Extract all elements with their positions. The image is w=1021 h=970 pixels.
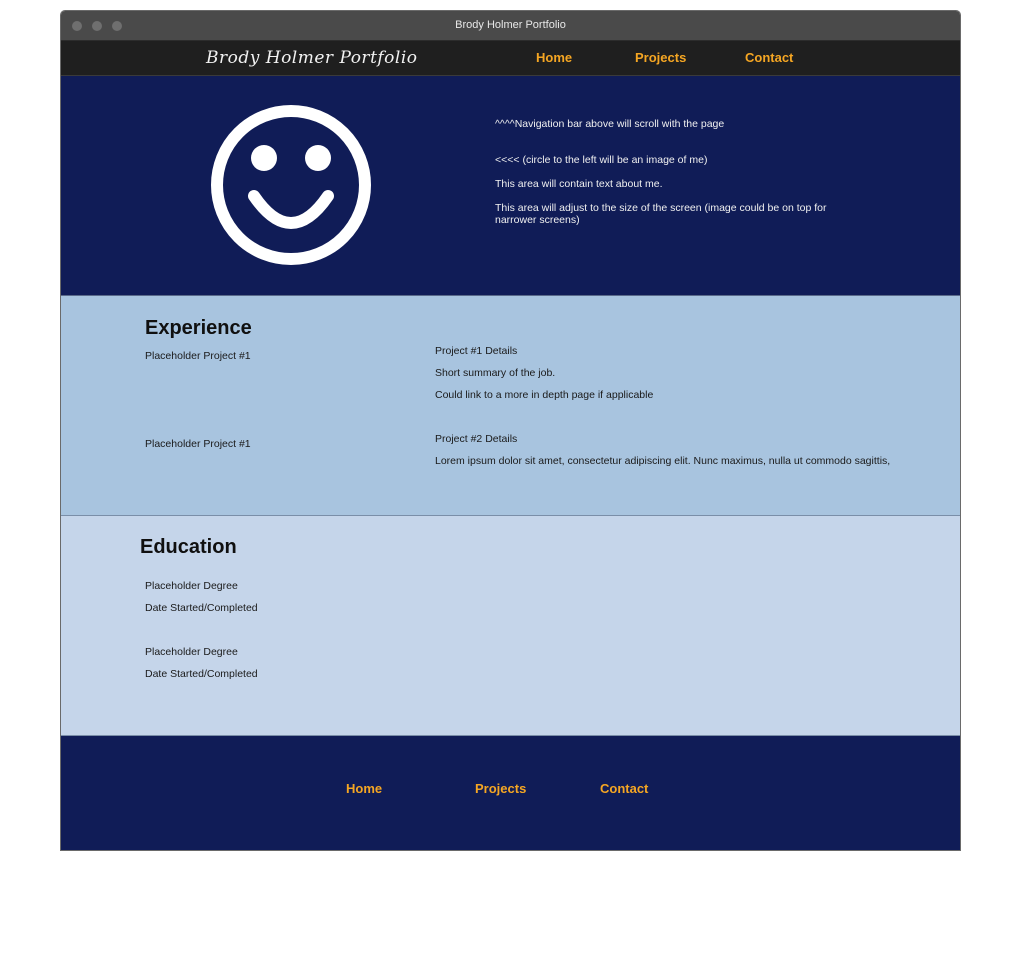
hero-text-line: ^^^^Navigation bar above will scroll wit… xyxy=(495,118,725,130)
footer-home-link[interactable]: Home xyxy=(346,781,382,796)
hero-text-line: This area will adjust to the size of the… xyxy=(495,202,827,226)
nav-contact-link[interactable]: Contact xyxy=(745,50,793,65)
footer: Home Projects Contact xyxy=(61,736,960,850)
degree-dates: Date Started/Completed xyxy=(145,602,258,614)
nav-projects-link[interactable]: Projects xyxy=(635,50,686,65)
hero-text-line: <<<< (circle to the left will be an imag… xyxy=(495,154,708,166)
site-brand[interactable]: Brody Holmer Portfolio xyxy=(206,48,418,68)
hero-text-line: This area will contain text about me. xyxy=(495,178,663,190)
experience-heading: Experience xyxy=(145,317,252,339)
project-details-title: Project #1 Details xyxy=(435,345,518,357)
footer-contact-link[interactable]: Contact xyxy=(600,781,648,796)
window-title: Brody Holmer Portfolio xyxy=(455,19,566,31)
top-navbar: Brody Holmer Portfolio Home Projects Con… xyxy=(61,41,960,76)
browser-window: Brody Holmer Portfolio Brody Holmer Port… xyxy=(60,10,961,851)
project-name[interactable]: Placeholder Project #1 xyxy=(145,350,251,362)
nav-home-link[interactable]: Home xyxy=(536,50,572,65)
smiley-face-icon xyxy=(211,105,371,265)
project-detail-text: Could link to a more in depth page if ap… xyxy=(435,389,654,401)
window-titlebar: Brody Holmer Portfolio xyxy=(61,11,960,41)
education-heading: Education xyxy=(140,536,237,558)
degree-name: Placeholder Degree xyxy=(145,646,238,658)
degree-dates: Date Started/Completed xyxy=(145,668,258,680)
degree-name: Placeholder Degree xyxy=(145,580,238,592)
project-name[interactable]: Placeholder Project #1 xyxy=(145,438,251,450)
project-details-title: Project #2 Details xyxy=(435,433,518,445)
project-detail-text: Short summary of the job. xyxy=(435,367,556,379)
footer-projects-link[interactable]: Projects xyxy=(475,781,526,796)
education-section: Education Placeholder Degree Date Starte… xyxy=(61,516,960,736)
experience-section: Experience Placeholder Project #1 Projec… xyxy=(61,296,960,516)
project-detail-text: Lorem ipsum dolor sit amet, consectetur … xyxy=(435,455,891,467)
about-me-section: ^^^^Navigation bar above will scroll wit… xyxy=(61,76,960,296)
